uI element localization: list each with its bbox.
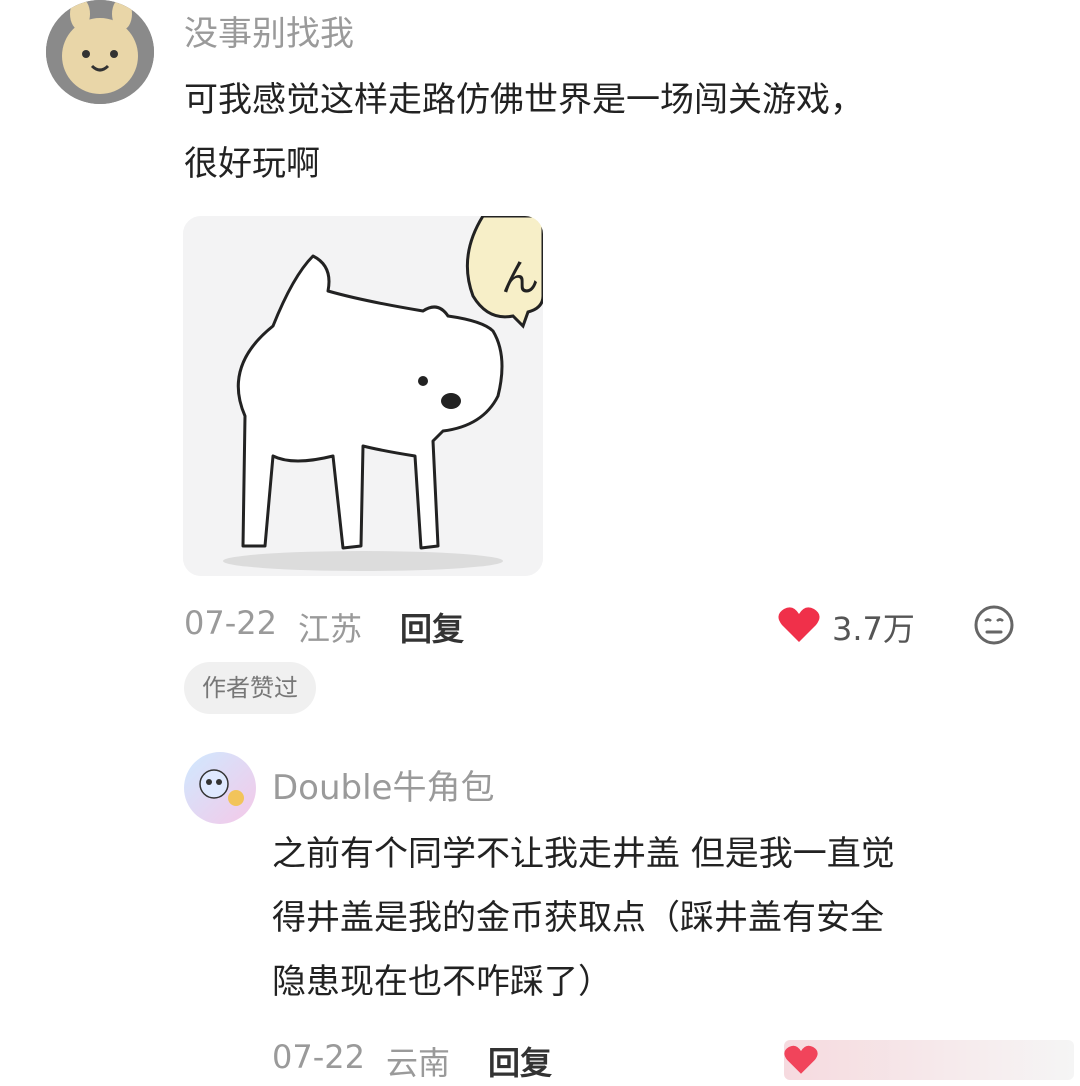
reply-button[interactable]: 回复: [400, 604, 464, 650]
avatar[interactable]: [46, 0, 154, 104]
polar-bear-sticker: ん?: [183, 216, 543, 576]
heart-icon: [778, 607, 820, 642]
comment-text-line-2: 很好玩啊: [184, 144, 320, 184]
comment-location: 江苏: [298, 610, 363, 648]
sticker-image[interactable]: ん?: [183, 216, 543, 576]
meh-face-icon: [974, 605, 1014, 645]
reply-heart-icon: [784, 1045, 818, 1074]
avatar-image: [46, 0, 154, 104]
author-liked-badge: 作者赞过: [184, 662, 316, 714]
reply-like-button[interactable]: [784, 1040, 1074, 1080]
reply-location: 云南: [386, 1044, 451, 1082]
reply-text-line-2: 得井盖是我的金币获取点（踩井盖有安全: [272, 898, 884, 938]
reply-text-line-3: 隐患现在也不咋踩了）: [272, 962, 612, 1002]
dislike-button[interactable]: [972, 603, 1016, 647]
comment-username[interactable]: 没事别找我: [184, 6, 354, 55]
reply-text-line-1: 之前有个同学不让我走井盖 但是我一直觉: [272, 834, 895, 874]
reply-date: 07-22: [272, 1038, 365, 1076]
reply-reply-button[interactable]: 回复: [488, 1038, 552, 1084]
comment-text-line-1: 可我感觉这样走路仿佛世界是一场闯关游戏，: [184, 80, 864, 120]
like-button[interactable]: 3.7万: [778, 604, 928, 648]
sticker-bubble-text: ん?: [501, 256, 543, 300]
like-count: 3.7万: [832, 610, 915, 648]
reply-username[interactable]: Double牛角包: [272, 760, 494, 809]
reply-avatar[interactable]: [184, 752, 256, 824]
reply-avatar-image: [184, 752, 256, 824]
comment-date: 07-22: [184, 604, 277, 642]
